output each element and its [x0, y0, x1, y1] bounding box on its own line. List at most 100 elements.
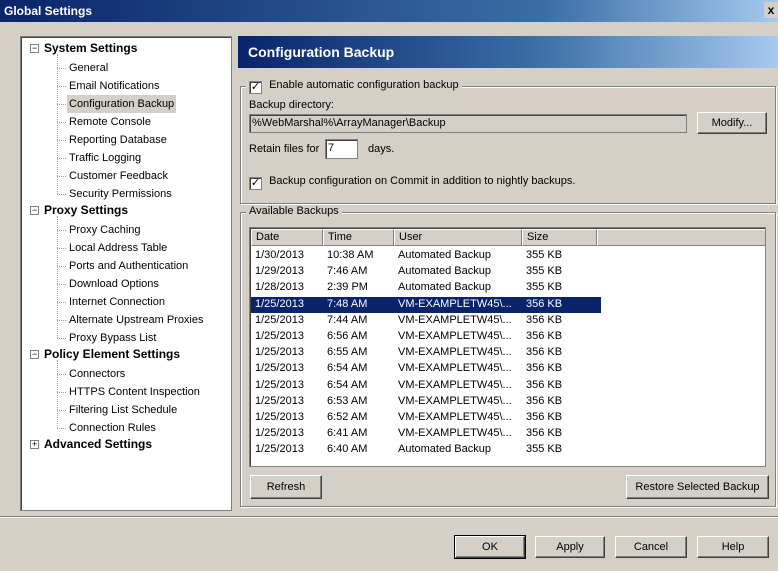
- tree-section[interactable]: + Advanced Settings: [21, 437, 152, 454]
- tree-section[interactable]: − Policy Element Settings: [21, 347, 180, 364]
- tree-connector: [57, 428, 66, 429]
- table-row[interactable]: 1/30/2013 10:38 AM Automated Backup 355 KB: [251, 248, 601, 264]
- column-header-date[interactable]: Date: [251, 229, 323, 246]
- cell-date: 1/25/2013: [255, 378, 304, 391]
- cell-user: VM-EXAMPLETW45\...: [398, 362, 512, 375]
- tree-item[interactable]: Traffic Logging: [67, 149, 143, 167]
- tree-connector: [57, 176, 66, 177]
- backups-list-header: Date Time User Size: [251, 229, 765, 246]
- cell-date: 1/25/2013: [255, 330, 304, 342]
- enable-backup-row[interactable]: ✓ Enable automatic configuration backup: [246, 79, 462, 94]
- table-row[interactable]: 1/25/2013 6:40 AM Automated Backup 355 KB: [251, 442, 601, 458]
- table-row[interactable]: 1/29/2013 7:46 AM Automated Backup 355 KB: [251, 264, 601, 280]
- table-row[interactable]: 1/25/2013 6:54 AM VM-EXAMPLETW45\... 356 KB: [251, 378, 601, 394]
- column-header-user[interactable]: User: [394, 229, 522, 246]
- tree-item[interactable]: Filtering List Schedule: [67, 401, 179, 419]
- close-icon[interactable]: x: [764, 2, 778, 18]
- tree-item[interactable]: HTTPS Content Inspection: [67, 383, 202, 401]
- refresh-button[interactable]: Refresh: [250, 475, 322, 499]
- cell-user: VM-EXAMPLETW45\...: [398, 394, 512, 407]
- cell-date: 1/25/2013: [255, 443, 304, 456]
- backups-list[interactable]: Date Time User Size 1/30/2013 10:38 AM Aut…: [249, 227, 766, 467]
- table-row[interactable]: 1/25/2013 6:41 AM VM-EXAMPLETW45\... 356 KB: [251, 426, 601, 442]
- restore-selected-backup-button[interactable]: Restore Selected Backup: [626, 475, 769, 499]
- commit-backup-row[interactable]: ✓ Backup configuration on Commit in addi…: [249, 175, 575, 190]
- table-row[interactable]: 1/25/2013 7:48 AM VM-EXAMPLETW45\... 356 KB: [251, 296, 601, 313]
- table-row[interactable]: 1/28/2013 2:39 PM Automated Backup 355 KB: [251, 280, 601, 296]
- cell-date: 1/25/2013: [255, 362, 304, 375]
- cell-time: 2:39 PM: [327, 281, 368, 294]
- tree-connector: [57, 86, 66, 87]
- table-row[interactable]: 1/25/2013 6:56 AM VM-EXAMPLETW45\... 356 KB: [251, 329, 601, 345]
- tree-section-label: Advanced Settings: [44, 437, 153, 451]
- tree-item[interactable]: Proxy Bypass List: [67, 329, 158, 347]
- cell-size: 356 KB: [526, 411, 563, 423]
- enable-backup-label: Enable automatic configuration backup: [269, 79, 459, 91]
- tree-section-label: Proxy Settings: [44, 203, 129, 217]
- modify-button-label: Modify...: [711, 117, 753, 129]
- tree-item[interactable]: Customer Feedback: [67, 167, 170, 185]
- collapse-icon[interactable]: −: [30, 206, 39, 215]
- cancel-button[interactable]: Cancel: [615, 536, 687, 558]
- tree-section[interactable]: − Proxy Settings: [21, 203, 128, 220]
- backup-dir-field[interactable]: %WebMarshal%\ArrayManager\Backup: [249, 114, 687, 133]
- tree-connector: [57, 248, 66, 249]
- available-backups-label: Available Backups: [246, 205, 342, 217]
- collapse-icon[interactable]: −: [30, 350, 39, 359]
- tree-connector: [57, 302, 66, 303]
- retain-days-input[interactable]: 7: [325, 139, 358, 159]
- table-row[interactable]: 1/25/2013 6:54 AM VM-EXAMPLETW45\... 356 KB: [251, 361, 601, 377]
- modify-button[interactable]: Modify...: [697, 112, 767, 134]
- cell-user: Automated Backup: [398, 443, 491, 456]
- tree-item[interactable]: Download Options: [67, 275, 161, 293]
- settings-tree[interactable]: − System Settings General Email Notificatio…: [20, 36, 232, 511]
- backup-dir-label: Backup directory:: [249, 99, 334, 111]
- cell-size: 356 KB: [526, 378, 563, 391]
- tree-item[interactable]: Email Notifications: [67, 77, 161, 95]
- cell-time: 6:55 AM: [327, 346, 368, 359]
- column-header-blank: [597, 229, 765, 246]
- expand-icon[interactable]: +: [30, 440, 39, 449]
- tree-connector: [57, 216, 58, 338]
- tree-item[interactable]: Internet Connection: [67, 293, 167, 311]
- commit-backup-checkbox[interactable]: ✓: [249, 177, 262, 190]
- tree-item[interactable]: Proxy Caching: [67, 221, 143, 239]
- tree-item[interactable]: Remote Console: [67, 113, 153, 131]
- enable-backup-checkbox[interactable]: ✓: [249, 81, 262, 94]
- tree-item[interactable]: Alternate Upstream Proxies: [67, 311, 206, 329]
- tree-connector: [57, 68, 66, 69]
- cell-date: 1/25/2013: [255, 346, 304, 359]
- cell-user: VM-EXAMPLETW45\...: [398, 330, 512, 342]
- cell-user: VM-EXAMPLETW45\...: [398, 378, 512, 391]
- tree-item[interactable]: Reporting Database: [67, 131, 169, 149]
- tree-connector: [57, 122, 66, 123]
- tree-item[interactable]: Configuration Backup: [67, 95, 177, 113]
- tree-section[interactable]: − System Settings: [21, 41, 137, 58]
- tree-connector: [57, 194, 66, 195]
- tree-item[interactable]: Connection Rules: [67, 419, 158, 437]
- table-row[interactable]: 1/25/2013 7:44 AM VM-EXAMPLETW45\... 356 KB: [251, 313, 601, 329]
- table-row[interactable]: 1/25/2013 6:52 AM VM-EXAMPLETW45\... 356 KB: [251, 410, 601, 426]
- cell-user: VM-EXAMPLETW45\...: [398, 427, 512, 440]
- tree-item[interactable]: General: [67, 59, 110, 77]
- cell-size: 355 KB: [526, 249, 563, 261]
- table-row[interactable]: 1/25/2013 6:55 AM VM-EXAMPLETW45\... 356 KB: [251, 345, 601, 361]
- cell-time: 6:54 AM: [327, 362, 368, 375]
- table-row[interactable]: 1/25/2013 6:53 AM VM-EXAMPLETW45\... 356 KB: [251, 394, 601, 410]
- tree-section-label: Policy Element Settings: [44, 347, 181, 361]
- ok-button[interactable]: OK: [454, 535, 526, 559]
- cell-user: VM-EXAMPLETW45\...: [398, 346, 512, 359]
- help-button[interactable]: Help: [697, 536, 769, 558]
- panel-title: Configuration Backup: [248, 44, 395, 60]
- tree-item[interactable]: Security Permissions: [67, 185, 174, 203]
- column-header-size[interactable]: Size: [522, 229, 597, 246]
- tree-item[interactable]: Ports and Authentication: [67, 257, 190, 275]
- tree-connector: [57, 158, 66, 159]
- tree-item[interactable]: Local Address Table: [67, 239, 169, 257]
- cell-date: 1/25/2013: [255, 427, 304, 440]
- tree-item[interactable]: Connectors: [67, 365, 127, 383]
- apply-button[interactable]: Apply: [535, 536, 605, 558]
- column-header-time[interactable]: Time: [323, 229, 394, 246]
- collapse-icon[interactable]: −: [30, 44, 39, 53]
- cell-size: 356 KB: [526, 297, 563, 310]
